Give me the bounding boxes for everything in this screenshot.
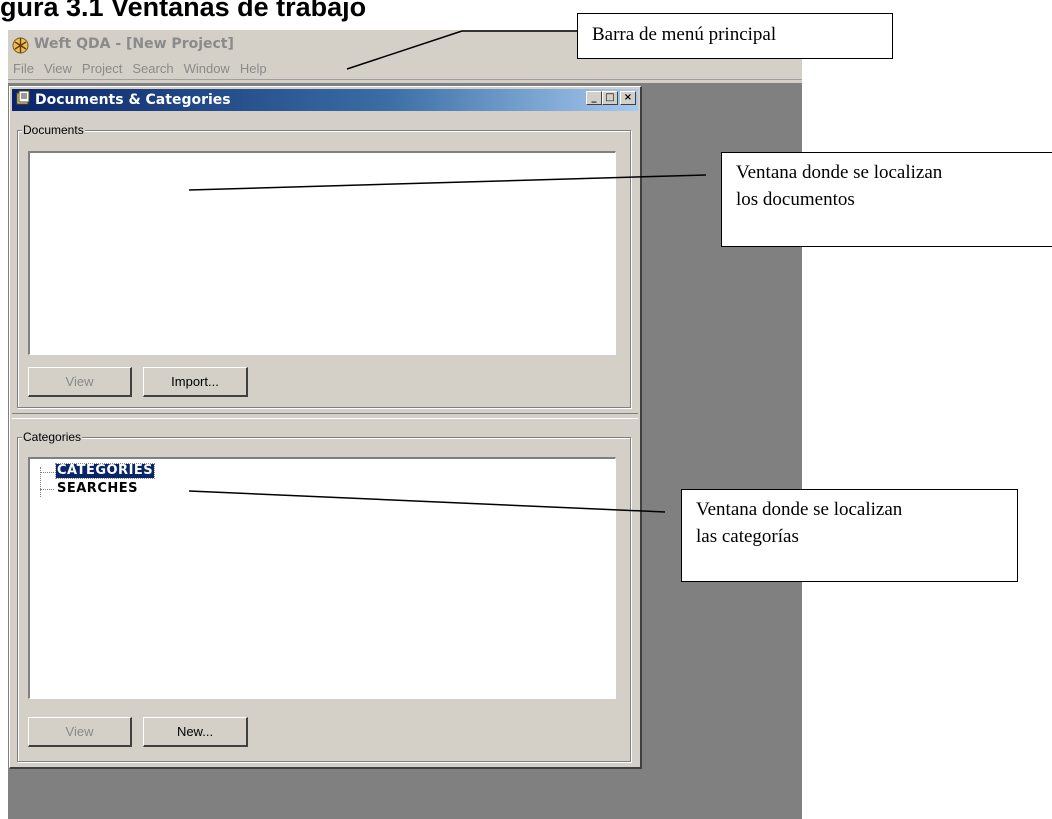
categories-callout-line2: las categorías [696, 526, 799, 547]
app-window: Weft QDA - [New Project] File View Proje… [8, 30, 802, 819]
new-category-button[interactable]: New... [143, 717, 248, 747]
weft-qda-icon [12, 36, 29, 53]
categories-callout-line1: Ventana donde se localizan [696, 499, 903, 520]
window-controls: _ □ × [586, 91, 636, 105]
menu-file[interactable]: File [8, 61, 39, 76]
categories-tree[interactable]: CATEGORIES SEARCHES [28, 457, 616, 699]
menu-callout: Barra de menú principal [577, 13, 893, 59]
tree-connector [40, 472, 54, 473]
documents-list[interactable] [28, 151, 616, 355]
menu-project[interactable]: Project [77, 61, 127, 76]
minimize-button[interactable]: _ [586, 91, 602, 105]
menu-search[interactable]: Search [127, 61, 178, 76]
tree-item-categories[interactable]: CATEGORIES [54, 463, 156, 479]
categories-callout: Ventana donde se localizan las categoría… [681, 489, 1018, 582]
splitter[interactable] [12, 413, 638, 419]
menu-callout-text: Barra de menú principal [592, 24, 777, 45]
import-button[interactable]: Import... [143, 367, 248, 397]
tree-connector [40, 489, 54, 490]
categories-group-label: Categories [22, 430, 83, 444]
close-button[interactable]: × [620, 91, 636, 105]
mdi-workspace: Documents & Categories _ □ × Documents V… [8, 83, 802, 819]
documents-view-button[interactable]: View [28, 367, 132, 397]
child-window-title: Documents & Categories [35, 92, 231, 108]
documents-group: Documents View Import... [17, 123, 631, 408]
menu-window[interactable]: Window [179, 61, 235, 76]
menu-view[interactable]: View [39, 61, 77, 76]
tree-item-searches[interactable]: SEARCHES [57, 482, 138, 496]
menu-bar: File View Project Search Window Help [8, 58, 802, 80]
documents-group-label: Documents [22, 123, 85, 137]
documents-callout-line1: Ventana donde se localizan [736, 162, 943, 183]
documents-callout-line2: los documentos [736, 189, 855, 210]
figure-title: gura 3.1 Ventanas de trabajo [0, 0, 367, 22]
documents-callout: Ventana donde se localizan los documento… [721, 152, 1052, 247]
documents-categories-window: Documents & Categories _ □ × Documents V… [9, 86, 642, 769]
maximize-button[interactable]: □ [602, 91, 618, 105]
app-title: Weft QDA - [New Project] [34, 36, 234, 52]
menu-help[interactable]: Help [235, 61, 272, 76]
categories-group: Categories CATEGORIES SEARCHES View New.… [17, 430, 631, 762]
documents-categories-icon [15, 90, 31, 110]
child-titlebar[interactable]: Documents & Categories _ □ × [12, 89, 638, 111]
categories-view-button[interactable]: View [28, 717, 132, 747]
